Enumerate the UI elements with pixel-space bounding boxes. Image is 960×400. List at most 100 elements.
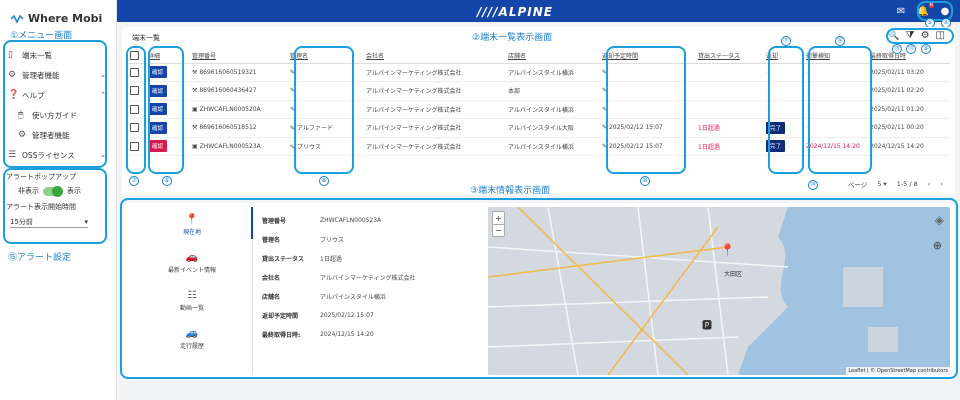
column-header[interactable]: 貸出ステータス [696, 49, 764, 64]
bell-icon[interactable]: 🔔 6 [916, 2, 934, 18]
info-key: 返却予定時間 [262, 313, 299, 320]
column-header[interactable]: 返却 [764, 49, 804, 64]
edit-icon[interactable]: ✎ [602, 124, 607, 131]
next-page-icon[interactable]: › [940, 180, 943, 188]
account-icon[interactable]: ● [938, 4, 952, 18]
sidebar-item-help[interactable]: ❓ ヘルプ ⌃ [8, 86, 108, 104]
filter-icon[interactable]: ⧩ [906, 30, 915, 41]
row-checkbox[interactable] [130, 67, 139, 77]
confirm-button[interactable]: 確認 [148, 84, 168, 97]
column-header[interactable]: 店舗名 [506, 49, 600, 64]
table-row[interactable]: 確認 ⚒ 869616060518512 ✎ アルファード アルパインマーケティ… [128, 118, 950, 138]
edit-icon[interactable]: ✎ [290, 87, 295, 94]
edit-icon[interactable]: ✎ [602, 69, 607, 76]
tab-label: 動画一覧 [179, 305, 204, 312]
done-button[interactable]: 完了 [766, 140, 786, 153]
edit-icon[interactable]: ✎ [602, 106, 607, 113]
tab-label: 最新イベント情報 [167, 267, 216, 274]
column-header[interactable]: 衝撃検知 [804, 49, 868, 64]
name-cell[interactable]: ✎ アルファード [288, 118, 364, 138]
name-cell[interactable]: ✎ [288, 81, 364, 101]
confirm-button[interactable]: 確認 [148, 103, 168, 116]
device-table: 詳細 管理番号 管理名 会社名 店舗名 返却予定時間 貸出ステータス 返却 衝撃… [128, 49, 950, 156]
name-cell[interactable]: ✎ [288, 63, 364, 82]
locate-icon[interactable]: ⊕ [933, 239, 942, 252]
name-cell[interactable]: ✎ [288, 100, 364, 119]
sidebar-item-oss[interactable]: ☰ OSSライセンス ⌄ [8, 146, 108, 164]
company-cell: アルパインマーケティング株式会社 [364, 100, 506, 119]
confirm-button[interactable]: 確認 [148, 140, 168, 153]
info-key: 管理名 [262, 237, 281, 244]
tab-location[interactable]: 📍 現在地 [132, 207, 252, 243]
sidebar-item-label: OSSライセンス [22, 150, 75, 160]
edit-icon[interactable]: ✎ [290, 125, 295, 132]
table-row[interactable]: 確認 ▣ ZHWCAFLN000520A ✎ アルパインマーケティング株式会社 … [128, 100, 950, 119]
confirm-button[interactable]: 確認 [148, 66, 168, 79]
sidebar-item-label: 管理者機能 [22, 70, 60, 80]
impact-cell: - [804, 118, 868, 138]
edit-icon[interactable]: ✎ [290, 106, 295, 113]
done-button[interactable]: 完了 [766, 121, 786, 134]
map[interactable]: + − 📍 大田区 🅿 ◈ ⊕ Leaflet | © OpenStreetMa… [488, 207, 950, 375]
return-time-cell[interactable]: ✎ [600, 63, 696, 82]
search-icon[interactable]: 🔍 [887, 30, 899, 41]
confirm-button[interactable]: 確認 [148, 121, 168, 134]
sidebar: Where Mobi ①メニュー画面 ▯ 端末一覧 ⚙ 管理者機能 ⌄ ❓ ヘル… [0, 0, 117, 400]
chevron-up-icon: ⌃ [100, 91, 106, 99]
zoom-out-button[interactable]: − [493, 224, 504, 236]
store-cell: アルパインスタイル横浜 [506, 100, 600, 119]
table-row[interactable]: 確認 ⚒ 869616060519321 ✎ アルパインマーケティング株式会社 … [128, 63, 950, 82]
row-checkbox[interactable] [130, 86, 139, 96]
table-row[interactable]: 確認 ▣ ZHWCAFLN000523A ✎ プリウス アルパインマーケティング… [128, 137, 950, 156]
name-cell[interactable]: ✎ プリウス [288, 137, 364, 156]
prev-page-icon[interactable]: ‹ [928, 180, 931, 188]
info-value: 1日超過 [320, 256, 342, 263]
num-11: ⑪ [781, 36, 791, 46]
column-header[interactable]: 会社名 [364, 49, 506, 64]
column-header[interactable]: 管理番号 [190, 49, 288, 64]
edit-icon[interactable]: ✎ [290, 69, 295, 76]
tab-video-list[interactable]: ☷ 動画一覧 [132, 283, 252, 319]
sidebar-item-guide[interactable]: 🖱 使い方ガイド [18, 106, 108, 124]
row-checkbox[interactable] [130, 104, 139, 114]
num-10: ⑩ [640, 176, 650, 186]
return-time-cell[interactable]: ✎ [600, 100, 696, 119]
edit-icon[interactable]: ✎ [602, 143, 607, 150]
gear-icon[interactable]: ⚙ [921, 30, 930, 41]
per-page-select[interactable]: 5 ▾ [877, 180, 886, 188]
alert-start-select[interactable]: 15分前 ▾ [10, 216, 88, 228]
select-all-checkbox[interactable] [130, 51, 139, 61]
zoom-in-button[interactable]: + [493, 212, 504, 224]
alert-toggle[interactable] [43, 185, 63, 197]
hide-label: 非表示 [18, 187, 39, 195]
column-icon[interactable]: ◫ [936, 30, 945, 41]
column-header[interactable]: 管理名 [288, 49, 364, 64]
notification-badge: 6 [928, 2, 934, 8]
sidebar-item-device-list[interactable]: ▯ 端末一覧 [8, 46, 108, 64]
done-cell: - [764, 63, 804, 82]
row-checkbox[interactable] [130, 141, 139, 151]
sidebar-item-admin-help[interactable]: ⚙ 管理者機能 [18, 126, 108, 144]
column-header[interactable]: 詳細 [146, 49, 190, 64]
return-time-cell[interactable]: ✎ 2025/02/12 15:07 [600, 118, 696, 138]
sidebar-item-admin[interactable]: ⚙ 管理者機能 ⌄ [8, 66, 108, 84]
return-time-cell[interactable]: ✎ 2025/02/12 15:07 [600, 137, 696, 156]
edit-icon[interactable]: ✎ [290, 144, 295, 151]
tab-route-history[interactable]: 🚙 走行履歴 [132, 321, 252, 357]
alert-settings: アラートポップアップ 非表示 表示 アラート表示開始時間 15分前 ▾ [6, 172, 110, 228]
row-checkbox[interactable] [130, 123, 139, 133]
num-6: ⑥ [162, 176, 172, 186]
table-row[interactable]: 確認 ⚒ 869616060436427 ✎ アルパインマーケティング株式会社 … [128, 81, 950, 101]
tab-latest-event[interactable]: 🚗 最新イベント情報 [132, 245, 252, 281]
layers-icon[interactable]: ◈ [935, 213, 944, 227]
mail-icon[interactable]: ✉ [894, 4, 908, 18]
store-cell: 本部 [506, 81, 600, 101]
sidebar-item-label: 管理者機能 [32, 130, 70, 140]
edit-icon[interactable]: ✎ [602, 87, 607, 94]
return-time-cell[interactable]: ✎ [600, 81, 696, 101]
store-cell: アルパインスタイル横浜 [506, 137, 600, 156]
map-pin-icon[interactable]: 📍 [720, 243, 735, 257]
column-header[interactable]: 返却予定時間 [600, 49, 696, 64]
done-cell: 完了 [764, 118, 804, 138]
status-cell: 1日超過 [696, 137, 764, 156]
